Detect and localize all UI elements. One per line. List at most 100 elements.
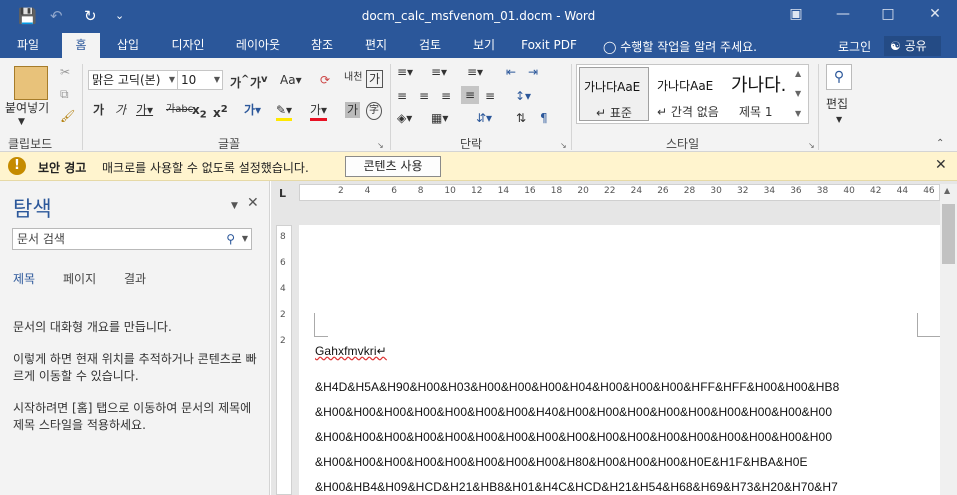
grow-font-icon[interactable]: 가^ (230, 72, 249, 91)
tab-design[interactable]: 디자인 (162, 33, 214, 58)
horizontal-ruler[interactable]: 2 4 6 8 10 12 14 16 18 20 22 24 26 28 30 32 34 36 38 40 42 44… (299, 184, 940, 201)
text-effects-icon[interactable]: 가▾ (244, 102, 261, 118)
bullets-icon[interactable]: ≡▾ (397, 64, 413, 80)
share-button[interactable]: ☯ 공유 (884, 36, 941, 56)
align-center-icon[interactable]: ≡ (419, 88, 429, 104)
paste-dropdown-icon[interactable]: ▼ (18, 114, 25, 130)
editing-button[interactable]: 편집 (826, 96, 848, 112)
cut-icon[interactable]: ✂ (60, 64, 70, 80)
ruler-tick-label: 46 (923, 186, 935, 196)
nav-tab-headings[interactable]: 제목 (13, 270, 35, 287)
navigation-pane: 탐색 ▼ ✕ 문서 검색 ⚲ ▼ 제목 페이지 결과 문서의 대화형 개요를 만… (0, 181, 270, 495)
tab-review[interactable]: 검토 (410, 33, 450, 58)
nav-options-icon[interactable]: ▼ (231, 198, 238, 214)
superscript-icon[interactable]: x2 (213, 102, 228, 121)
styles-gallery[interactable]: 가나다AaE ↵ 표준 가나다AaE ↵ 간격 없음 가나다. 제목 1 (576, 64, 809, 124)
close-icon[interactable]: ✕ (247, 195, 259, 211)
char-border-icon[interactable]: 가 (366, 70, 384, 88)
char-shading-icon[interactable]: 가 (345, 102, 361, 118)
align-right-icon[interactable]: ≡ (441, 88, 451, 104)
chevron-down-icon[interactable]: ▼ (214, 71, 220, 89)
search-icon[interactable]: ⚲ (826, 64, 852, 90)
margin-mark (917, 336, 940, 337)
vertical-scrollbar[interactable]: ▲ (940, 184, 957, 495)
search-icon[interactable]: ⚲ (226, 229, 235, 249)
tab-layout[interactable]: 레이아웃 (228, 33, 288, 58)
ruler-tick-label: 42 (870, 186, 882, 196)
font-name-combo[interactable]: 맑은 고딕(본⁠) ▼ (88, 70, 178, 90)
ruler-tick-label: 32 (737, 186, 749, 196)
justify-icon[interactable]: ≡ (461, 86, 480, 104)
tab-selector-icon[interactable]: L (279, 186, 286, 202)
italic-icon[interactable]: 가 (115, 102, 126, 118)
decrease-indent-icon[interactable]: ⇤ (506, 64, 516, 80)
scrollbar-thumb[interactable] (942, 204, 955, 264)
tell-me-box[interactable]: ◯ 수행할 작업을 알려 주세요. (603, 38, 757, 55)
font-size-value: 10 (181, 73, 197, 87)
tab-insert[interactable]: 삽입 (108, 33, 148, 58)
document-page[interactable]: Gahxfmvkri↵ &H4D&H5A&H90&H00&H03&H00&H00… (299, 225, 940, 495)
styles-scroll-down-icon[interactable]: ▼ (795, 86, 801, 102)
tab-home[interactable]: 홈 (62, 33, 100, 58)
clear-format-icon[interactable]: ⟳ (320, 72, 330, 88)
tab-mailings[interactable]: 편지 (356, 33, 396, 58)
font-color-icon[interactable]: 가▾ (310, 102, 328, 121)
enclose-char-icon[interactable]: 字 (366, 102, 382, 120)
sort-icon[interactable]: ⇅ (516, 110, 526, 126)
phonetic-guide-icon[interactable]: 내천 (344, 70, 362, 86)
distributed-icon[interactable]: ≡ (485, 88, 495, 104)
shading-icon[interactable]: ◈▾ (397, 110, 412, 126)
search-placeholder: 문서 검색 (17, 232, 65, 246)
underline-icon[interactable]: 가▾ (136, 102, 153, 118)
increase-indent-icon[interactable]: ⇥ (528, 64, 538, 80)
numbering-icon[interactable]: ≡▾ (431, 64, 447, 80)
subscript-icon[interactable]: x2 (192, 102, 207, 123)
borders-icon[interactable]: ▦▾ (431, 110, 448, 126)
ruler-tick-label: 4 (280, 284, 286, 294)
change-case-icon[interactable]: Aa▾ (280, 72, 302, 88)
align-left-icon[interactable]: ≡ (397, 88, 407, 104)
multilevel-list-icon[interactable]: ≡▾ (467, 64, 483, 80)
collapse-ribbon-icon[interactable]: ⌃ (936, 136, 944, 152)
paste-button[interactable]: 붙여넣기 (5, 100, 49, 116)
asian-layout-icon[interactable]: ⇵▾ (476, 110, 492, 126)
strikethrough-icon[interactable]: 가abc (166, 102, 193, 118)
style-heading-1[interactable]: 가나다. 제목 1 (727, 67, 797, 121)
ruler-tick-label: 10 (444, 186, 456, 196)
login-link[interactable]: 로그인 (838, 38, 871, 55)
line-spacing-icon[interactable]: ↕▾ (515, 88, 531, 104)
chevron-down-icon[interactable]: ▼ (242, 229, 248, 249)
search-input[interactable]: 문서 검색 ⚲ ▼ (12, 228, 252, 250)
nav-tab-results[interactable]: 결과 (124, 270, 146, 287)
tab-references[interactable]: 참조 (302, 33, 342, 58)
styles-more-icon[interactable]: ▼ (795, 106, 801, 122)
maximize-icon[interactable]: □ (878, 6, 898, 22)
show-marks-icon[interactable]: ¶ (540, 110, 548, 126)
ribbon-display-icon[interactable]: ▣ (786, 6, 806, 22)
highlight-icon[interactable]: ✎▾ (276, 102, 293, 121)
bold-icon[interactable]: 가 (93, 102, 104, 118)
style-no-spacing[interactable]: 가나다AaE ↵ 간격 없음 (653, 67, 723, 121)
chevron-down-icon[interactable]: ▼ (169, 71, 175, 89)
nav-tab-pages[interactable]: 페이지 (63, 270, 96, 287)
vertical-ruler[interactable]: 8 6 4 2 2 (276, 225, 292, 495)
scroll-up-icon[interactable]: ▲ (944, 186, 950, 195)
enable-content-button[interactable]: 콘텐츠 사용 (345, 156, 441, 177)
close-icon[interactable]: ✕ (925, 6, 945, 22)
tab-view[interactable]: 보기 (464, 33, 504, 58)
tab-foxit-pdf[interactable]: Foxit PDF (516, 33, 582, 58)
format-painter-icon[interactable]: 🖌 (60, 108, 75, 124)
styles-scroll-up-icon[interactable]: ▲ (795, 66, 801, 82)
copy-icon[interactable]: ⧉ (60, 86, 69, 102)
chevron-down-icon[interactable]: ▼ (836, 112, 842, 128)
minimize-icon[interactable]: — (833, 6, 853, 22)
shrink-font-icon[interactable]: 가v (250, 72, 268, 91)
separator (82, 64, 83, 150)
paste-icon[interactable] (14, 66, 48, 100)
tab-file[interactable]: 파일 (4, 33, 52, 58)
font-size-combo[interactable]: 10 ▼ (177, 70, 223, 90)
close-icon[interactable]: ✕ (935, 157, 947, 173)
style-normal[interactable]: 가나다AaE ↵ 표준 (579, 67, 649, 121)
ruler-tick-label: 38 (816, 186, 829, 196)
ruler-tick-label: 18 (550, 186, 563, 196)
